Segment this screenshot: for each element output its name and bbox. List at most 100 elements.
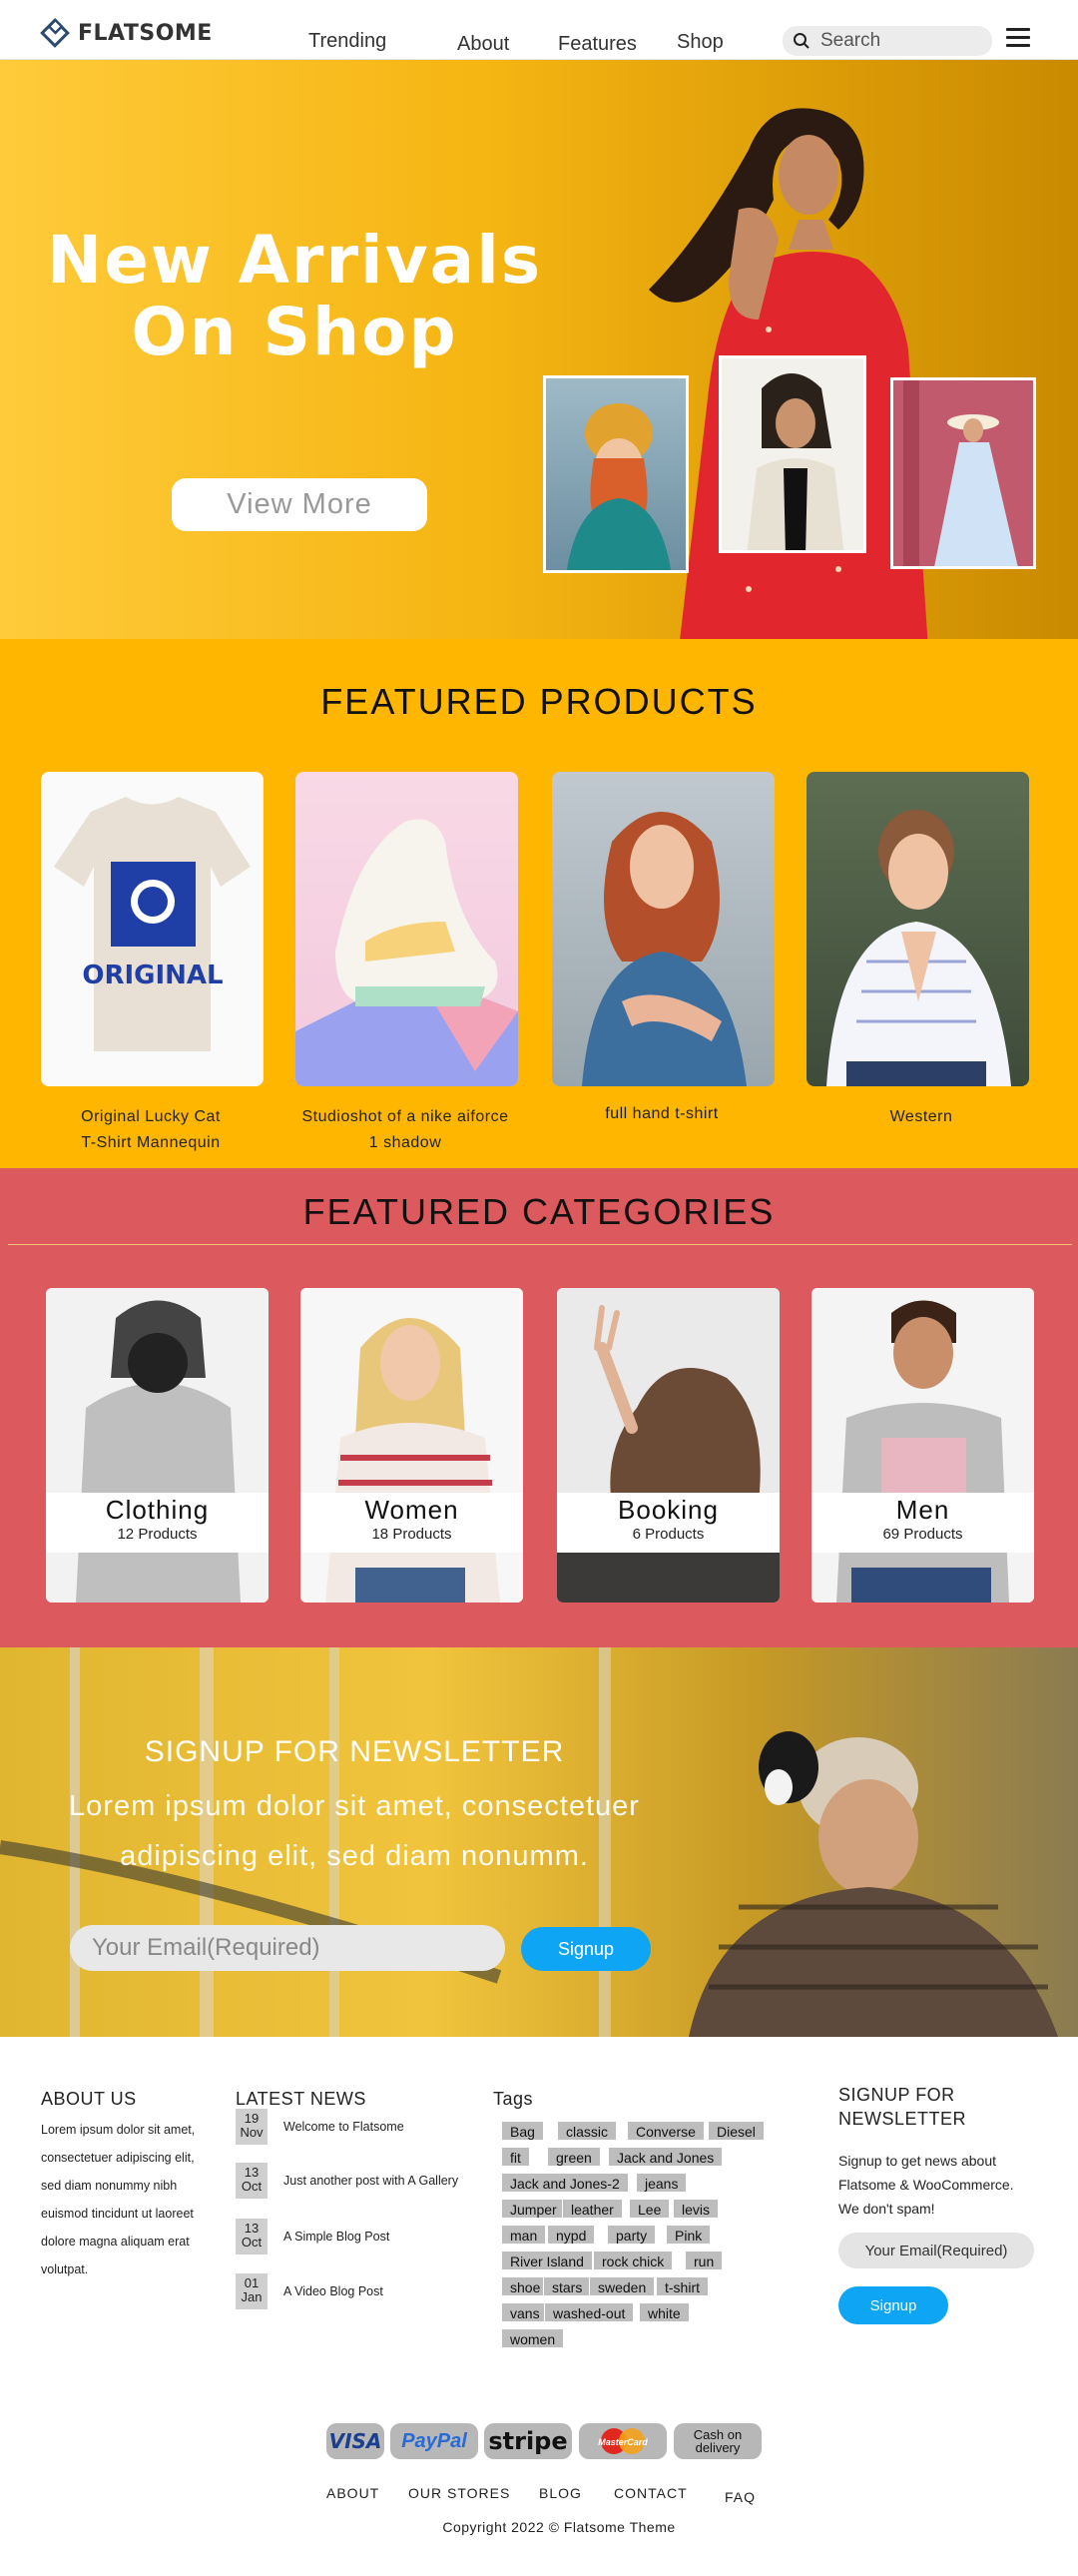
news-title[interactable]: Just another post with A Gallery — [283, 2174, 458, 2188]
signup-text-line: We don't spam! — [838, 2201, 935, 2217]
newsletter-title: SIGNUP FOR NEWSLETTER — [144, 1735, 565, 1768]
signup-text-line: Signup to get news about — [838, 2153, 997, 2169]
featured-products-section: FEATURED PRODUCTS ORIGINAL Original Luck… — [0, 639, 1078, 1168]
about-line: volutpat. — [41, 2262, 89, 2276]
category-card-men[interactable]: Men 69 Products — [811, 1288, 1034, 1603]
product-name-line1: Western — [889, 1108, 953, 1125]
category-card-clothing[interactable]: Clothing 12 Products — [46, 1288, 269, 1603]
about-line: sed diam nonummy nibh — [41, 2179, 178, 2193]
search-icon — [794, 33, 809, 49]
about-line: Lorem ipsum dolor sit amet, — [41, 2123, 196, 2137]
tag[interactable]: Jumper — [501, 2199, 566, 2219]
newsletter-signup-button[interactable]: Signup — [521, 1927, 651, 1971]
news-title[interactable]: A Simple Blog Post — [283, 2230, 389, 2244]
about-line: dolore magna aliquam erat — [41, 2235, 190, 2249]
tag[interactable]: rock chick — [593, 2251, 674, 2270]
tag[interactable]: leather — [562, 2199, 623, 2219]
tag[interactable]: jeans — [636, 2173, 688, 2193]
brand-logo[interactable]: FLATSOME — [40, 18, 213, 48]
nav-about[interactable]: About — [457, 33, 509, 56]
product-name-full-hand-tshirt[interactable]: full hand t-shirt — [532, 1101, 792, 1127]
news-month: Oct — [241, 2179, 263, 2194]
tag[interactable]: stars — [543, 2276, 592, 2296]
tag[interactable]: washed-out — [544, 2302, 635, 2322]
news-date: 19 Nov — [236, 2109, 268, 2145]
featured-categories-section: FEATURED CATEGORIES Clothing 12 Products… — [0, 1168, 1078, 1647]
site-header: FLATSOME Trending About Features Shop — [0, 0, 1078, 60]
tag[interactable]: Jack and Jones-2 — [501, 2173, 629, 2193]
tag[interactable]: white — [639, 2302, 690, 2322]
product-name-sneaker[interactable]: Studioshot of a nike aiforce 1 shadow — [275, 1104, 535, 1156]
copyright: Copyright 2022 © Flatsome Theme — [442, 2519, 676, 2535]
tag[interactable]: River Island — [501, 2251, 593, 2270]
tag[interactable]: Bag — [501, 2121, 544, 2141]
tag[interactable]: t-shirt — [656, 2276, 709, 2296]
newsletter-email-input[interactable] — [70, 1925, 505, 1971]
tag[interactable]: Diesel — [708, 2121, 765, 2141]
tag[interactable]: levis — [673, 2199, 720, 2219]
mastercard-icon: MasterCard — [579, 2423, 667, 2459]
newsletter-text-line2: adipiscing elit, sed diam nonumm. — [120, 1840, 589, 1872]
section-divider — [8, 1244, 1072, 1245]
product-card-sneaker[interactable] — [295, 772, 518, 1086]
tag[interactable]: Converse — [627, 2121, 705, 2141]
tag[interactable]: sweden — [589, 2276, 656, 2296]
tag[interactable]: fit — [501, 2147, 530, 2167]
tag[interactable]: party — [607, 2225, 657, 2245]
tag[interactable]: nypd — [547, 2225, 596, 2245]
news-item[interactable]: 19 Nov Welcome to Flatsome — [236, 2109, 404, 2145]
product-card-lucky-cat[interactable]: ORIGINAL — [41, 772, 264, 1086]
hero-thumb-jacket — [719, 355, 866, 553]
footer-link-about[interactable]: ABOUT — [326, 2485, 379, 2501]
tag[interactable]: man — [501, 2225, 547, 2245]
footer-link-contact[interactable]: CONTACT — [614, 2485, 688, 2501]
tag[interactable]: Lee — [629, 2199, 671, 2219]
category-name: Booking — [618, 1495, 719, 1525]
footer-signup-text: Signup to get news about Flatsome & WooC… — [838, 2149, 1014, 2221]
footer-tags-title: Tags — [493, 2089, 534, 2109]
signup-title-line1: SIGNUP FOR — [838, 2085, 955, 2105]
news-title[interactable]: Welcome to Flatsome — [283, 2120, 404, 2134]
news-title[interactable]: A Video Blog Post — [283, 2284, 383, 2298]
news-item[interactable]: 13 Oct Just another post with A Gallery — [236, 2163, 458, 2199]
category-name: Clothing — [105, 1495, 210, 1525]
tag[interactable]: vans — [501, 2302, 549, 2322]
tag[interactable]: Pink — [666, 2225, 712, 2245]
nav-trending[interactable]: Trending — [308, 30, 386, 53]
view-more-button[interactable]: View More — [172, 478, 427, 531]
nav-features[interactable]: Features — [558, 33, 637, 56]
footer-email-input[interactable] — [838, 2233, 1034, 2268]
footer-about-title: ABOUT US — [41, 2089, 137, 2109]
category-label: Men 69 Products — [811, 1493, 1034, 1553]
search-box[interactable] — [783, 26, 992, 56]
stripe-icon: stripe — [484, 2423, 572, 2459]
category-count: 18 Products — [371, 1526, 452, 1543]
footer-link-faq[interactable]: FAQ — [725, 2489, 756, 2505]
tag[interactable]: classic — [557, 2121, 618, 2141]
category-card-women[interactable]: 88 Women 18 Products — [300, 1288, 523, 1603]
footer-signup-button[interactable]: Signup — [838, 2286, 948, 2324]
tag[interactable]: green — [547, 2147, 601, 2167]
news-item[interactable]: 01 Jan A Video Blog Post — [236, 2273, 383, 2309]
redhead-model-image — [582, 812, 747, 1086]
newsletter-text-line1: Lorem ipsum dolor sit amet, consectetuer — [69, 1790, 640, 1822]
news-day: 13 — [244, 2221, 260, 2236]
nav-shop[interactable]: Shop — [677, 31, 724, 54]
category-name: Women — [364, 1495, 459, 1525]
tag[interactable]: run — [685, 2251, 724, 2270]
product-card-western[interactable] — [807, 772, 1029, 1086]
footer-link-our-stores[interactable]: OUR STORES — [408, 2485, 510, 2501]
hamburger-menu-icon[interactable] — [1006, 28, 1030, 48]
product-card-full-hand-tshirt[interactable] — [552, 772, 775, 1086]
news-day: 01 — [244, 2275, 260, 2290]
product-name-western[interactable]: Western — [792, 1104, 1051, 1130]
search-input[interactable] — [818, 29, 978, 53]
tag[interactable]: women — [501, 2328, 565, 2348]
footer-link-blog[interactable]: BLOG — [539, 2485, 582, 2501]
news-item[interactable]: 13 Oct A Simple Blog Post — [236, 2219, 389, 2254]
hero-banner: New Arrivals On Shop View More — [0, 60, 1078, 639]
paypal-icon: PayPal — [390, 2423, 478, 2459]
product-name-lucky-cat[interactable]: Original Lucky Cat T-Shirt Mannequin — [21, 1104, 280, 1156]
tag[interactable]: Jack and Jones — [608, 2147, 724, 2167]
category-card-booking[interactable]: Booking 6 Products — [557, 1288, 780, 1603]
